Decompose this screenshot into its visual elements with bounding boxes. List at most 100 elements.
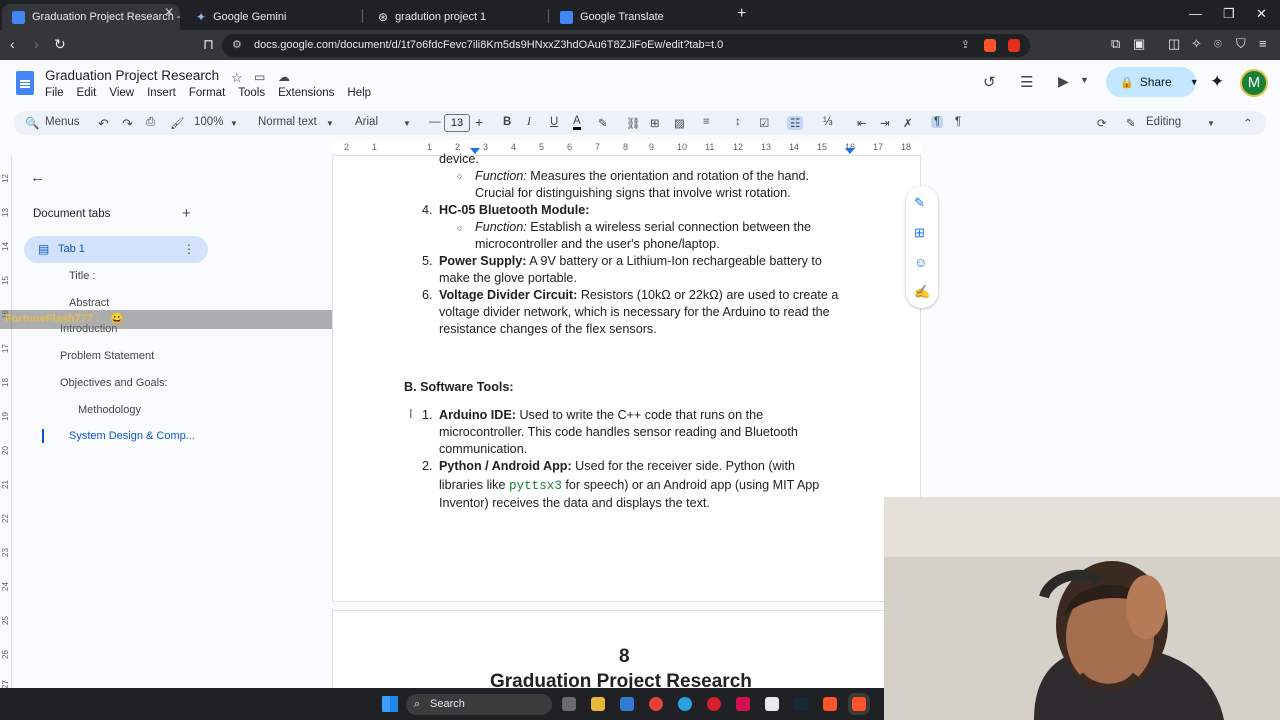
- increase-font-icon[interactable]: +: [475, 114, 483, 130]
- underline-icon[interactable]: U: [550, 116, 558, 128]
- back-arrow-icon[interactable]: ←: [30, 169, 45, 186]
- menu-edit[interactable]: Edit: [77, 87, 97, 99]
- paint-format-icon[interactable]: 🖌: [170, 116, 185, 130]
- opera-icon[interactable]: [707, 697, 721, 711]
- pencil-icon[interactable]: ✎: [1126, 116, 1136, 130]
- font-dropdown-icon[interactable]: ▼: [403, 119, 411, 128]
- brave-shields-icon[interactable]: [984, 39, 996, 52]
- menus-search[interactable]: Menus: [45, 116, 80, 128]
- mode-dropdown-icon[interactable]: ▼: [1207, 119, 1215, 128]
- outline-item-objectives[interactable]: Objectives and Goals:: [60, 377, 168, 389]
- avatar[interactable]: M: [1240, 69, 1268, 97]
- tab-1[interactable]: [24, 236, 208, 263]
- windows-start-icon[interactable]: [382, 696, 398, 712]
- browser-tab-gemini[interactable]: ✦ Google Gemini: [186, 4, 364, 30]
- add-tab-icon[interactable]: +: [182, 205, 191, 222]
- outline-item-system-design[interactable]: System Design & Comp...: [69, 430, 195, 442]
- insert-image-icon[interactable]: ▨: [674, 116, 685, 130]
- right-indent-marker-icon[interactable]: [845, 148, 855, 154]
- browser-menu-icon[interactable]: ≡: [1259, 36, 1267, 51]
- meet-icon[interactable]: ▶: [1058, 73, 1069, 90]
- style-dropdown-icon[interactable]: ▼: [326, 119, 334, 128]
- leo-ai-icon[interactable]: ✧: [1191, 36, 1202, 52]
- outline-item-methodology[interactable]: Methodology: [78, 404, 141, 416]
- font-select[interactable]: Arial: [355, 116, 378, 128]
- font-size-input[interactable]: 13: [444, 114, 470, 132]
- outline-item-abstract[interactable]: Abstract: [69, 297, 109, 309]
- menu-help[interactable]: Help: [347, 87, 371, 99]
- move-folder-icon[interactable]: ▭: [254, 70, 265, 84]
- link-icon[interactable]: ⛓: [626, 116, 641, 130]
- share-page-icon[interactable]: ⇪: [961, 34, 970, 57]
- gemini-sparkle-icon[interactable]: ✦: [1210, 72, 1224, 92]
- meet-dropdown-icon[interactable]: ▼: [1080, 75, 1089, 85]
- clear-formatting-icon[interactable]: ✗: [903, 116, 913, 130]
- restore-icon[interactable]: ❐: [1223, 6, 1235, 22]
- vpn-icon[interactable]: ⌾: [1214, 36, 1222, 52]
- text-color-icon[interactable]: A: [573, 115, 581, 130]
- sidebar-toggle-icon[interactable]: ◫: [1168, 36, 1180, 52]
- decrease-indent-icon[interactable]: ⇤: [857, 116, 867, 130]
- decrease-font-icon[interactable]: —: [429, 116, 441, 128]
- editing-mode[interactable]: Editing: [1146, 116, 1181, 128]
- extensions-icon[interactable]: ⧉: [1111, 36, 1120, 52]
- bold-icon[interactable]: B: [503, 116, 511, 128]
- ltr-paragraph-icon[interactable]: ¶: [931, 116, 944, 128]
- menu-tools[interactable]: Tools: [238, 87, 265, 99]
- brave-active-icon[interactable]: [852, 697, 866, 711]
- window-close-icon[interactable]: ✕: [1256, 6, 1267, 22]
- minimize-icon[interactable]: —: [1189, 6, 1202, 21]
- brave-icon[interactable]: [823, 697, 837, 711]
- collapse-menus-icon[interactable]: ⌃: [1243, 116, 1253, 130]
- menu-insert[interactable]: Insert: [147, 87, 176, 99]
- sync-icon[interactable]: ⟳: [1097, 116, 1107, 130]
- url-bar[interactable]: ⚙ docs.google.com/document/d/1t7o6fdcFev…: [222, 34, 1030, 57]
- browser-tab-docs[interactable]: Graduation Project Research - Goog: [2, 4, 180, 30]
- line-spacing-icon[interactable]: ↕: [735, 116, 741, 128]
- redo-icon[interactable]: ↷: [122, 116, 133, 132]
- align-icon[interactable]: ≡: [703, 116, 710, 128]
- outline-item-problem-statement[interactable]: Problem Statement: [60, 350, 154, 362]
- forward-arrow-icon[interactable]: ›: [34, 36, 39, 52]
- site-settings-icon[interactable]: ⚙: [232, 34, 242, 57]
- italic-icon[interactable]: I: [527, 116, 531, 128]
- telegram-icon[interactable]: [678, 697, 692, 711]
- outline-item-title[interactable]: Title :: [69, 270, 96, 282]
- taskbar-search[interactable]: ⌕ Search: [406, 694, 552, 715]
- horizontal-ruler[interactable]: 2 1 1 2 3 4 5 6 7 8 9 10 11 12 13 14 15 …: [332, 140, 921, 156]
- comments-icon[interactable]: ☰: [1020, 73, 1033, 91]
- emoji-reaction-icon[interactable]: ☺: [914, 255, 927, 270]
- file-explorer-icon[interactable]: [591, 697, 605, 711]
- increase-indent-icon[interactable]: ⇥: [880, 116, 890, 130]
- notion-icon[interactable]: [765, 697, 779, 711]
- zoom-dropdown-icon[interactable]: ▼: [230, 119, 238, 128]
- back-arrow-icon[interactable]: ‹: [10, 36, 15, 52]
- style-select[interactable]: Normal text: [258, 116, 317, 128]
- menu-view[interactable]: View: [109, 87, 134, 99]
- reload-icon[interactable]: ↻: [54, 36, 66, 53]
- menu-extensions[interactable]: Extensions: [278, 87, 334, 99]
- star-icon[interactable]: ☆: [231, 70, 243, 86]
- task-view-icon[interactable]: [562, 697, 576, 711]
- print-icon[interactable]: ⎙: [146, 116, 155, 129]
- bulleted-list-icon[interactable]: ☷: [787, 116, 804, 130]
- share-dropdown-icon[interactable]: ▼: [1190, 77, 1199, 87]
- add-comment-icon[interactable]: ⊞: [650, 116, 660, 130]
- zoom-select[interactable]: 100%: [194, 116, 223, 128]
- brave-shield-menu-icon[interactable]: ⛉: [1236, 36, 1246, 52]
- cloud-status-icon[interactable]: ☁: [278, 70, 290, 84]
- chrome-icon[interactable]: [649, 697, 663, 711]
- checklist-icon[interactable]: ☑: [759, 116, 769, 130]
- numbered-list-icon[interactable]: ⅓: [823, 116, 833, 128]
- search-icon[interactable]: 🔍: [25, 116, 39, 130]
- more-options-icon[interactable]: ⋮: [183, 242, 195, 256]
- menu-file[interactable]: File: [45, 87, 64, 99]
- undo-icon[interactable]: ↶: [98, 116, 109, 132]
- new-tab-plus-icon[interactable]: +: [737, 5, 746, 23]
- share-button[interactable]: 🔒 Share ▼: [1106, 67, 1199, 97]
- rtl-paragraph-icon[interactable]: ¶: [955, 116, 961, 128]
- steam-icon[interactable]: [794, 697, 808, 711]
- suggest-edit-icon[interactable]: ✎: [914, 195, 925, 211]
- version-history-icon[interactable]: ↺: [983, 73, 996, 91]
- mail-icon[interactable]: [620, 697, 634, 711]
